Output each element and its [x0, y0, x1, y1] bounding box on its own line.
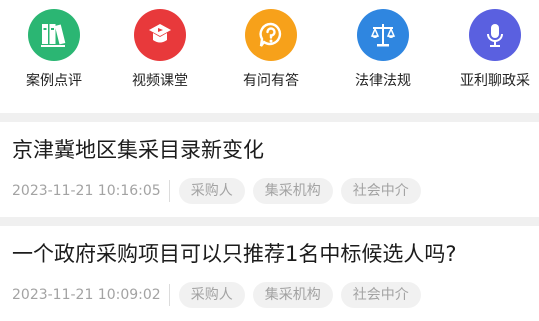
article-title[interactable]: 一个政府采购项目可以只推荐1名中标候选人吗? [12, 240, 457, 268]
article-title[interactable]: 京津冀地区集采目录新变化 [12, 136, 264, 164]
video-course-icon [134, 9, 186, 61]
article-card[interactable]: 京津冀地区集采目录新变化 2023-11-21 10:16:05 采购人 集采机… [0, 122, 539, 217]
tag-purchaser[interactable]: 采购人 [178, 282, 245, 308]
meta-separator [168, 284, 170, 306]
article-meta: 2023-11-21 10:16:05 采购人 集采机构 社会中介 [12, 177, 429, 205]
nav-item-procurement-talk[interactable]: 亚利聊政采 [441, 0, 539, 113]
tag-central-procurement[interactable]: 集采机构 [252, 282, 333, 308]
section-divider [0, 113, 539, 122]
quick-nav: 案例点评 视频课堂 有问有答 法律法规 亚利聊政采 [0, 0, 539, 113]
article-time: 2023-11-21 10:16:05 [12, 183, 161, 199]
nav-item-case-review[interactable]: 案例点评 [0, 0, 108, 113]
nav-label: 亚利聊政采 [460, 73, 530, 89]
tag-social-agency[interactable]: 社会中介 [340, 178, 421, 204]
section-divider [0, 217, 539, 226]
tag-purchaser[interactable]: 采购人 [178, 178, 245, 204]
meta-separator [168, 180, 170, 202]
article-time: 2023-11-21 10:09:02 [12, 287, 161, 303]
scales-icon [357, 9, 409, 61]
tag-central-procurement[interactable]: 集采机构 [252, 178, 333, 204]
nav-label: 视频课堂 [132, 73, 188, 89]
article-meta: 2023-11-21 10:09:02 采购人 集采机构 社会中介 [12, 281, 429, 309]
article-card[interactable]: 一个政府采购项目可以只推荐1名中标候选人吗? 2023-11-21 10:09:… [0, 226, 539, 321]
tag-social-agency[interactable]: 社会中介 [340, 282, 421, 308]
question-bubble-icon [245, 9, 297, 61]
nav-label: 法律法规 [355, 73, 411, 89]
nav-item-video-course[interactable]: 视频课堂 [106, 0, 214, 113]
nav-label: 有问有答 [243, 73, 299, 89]
nav-item-laws[interactable]: 法律法规 [329, 0, 437, 113]
nav-item-qa[interactable]: 有问有答 [217, 0, 325, 113]
microphone-icon [469, 9, 521, 61]
books-icon [28, 9, 80, 61]
nav-label: 案例点评 [26, 73, 82, 89]
